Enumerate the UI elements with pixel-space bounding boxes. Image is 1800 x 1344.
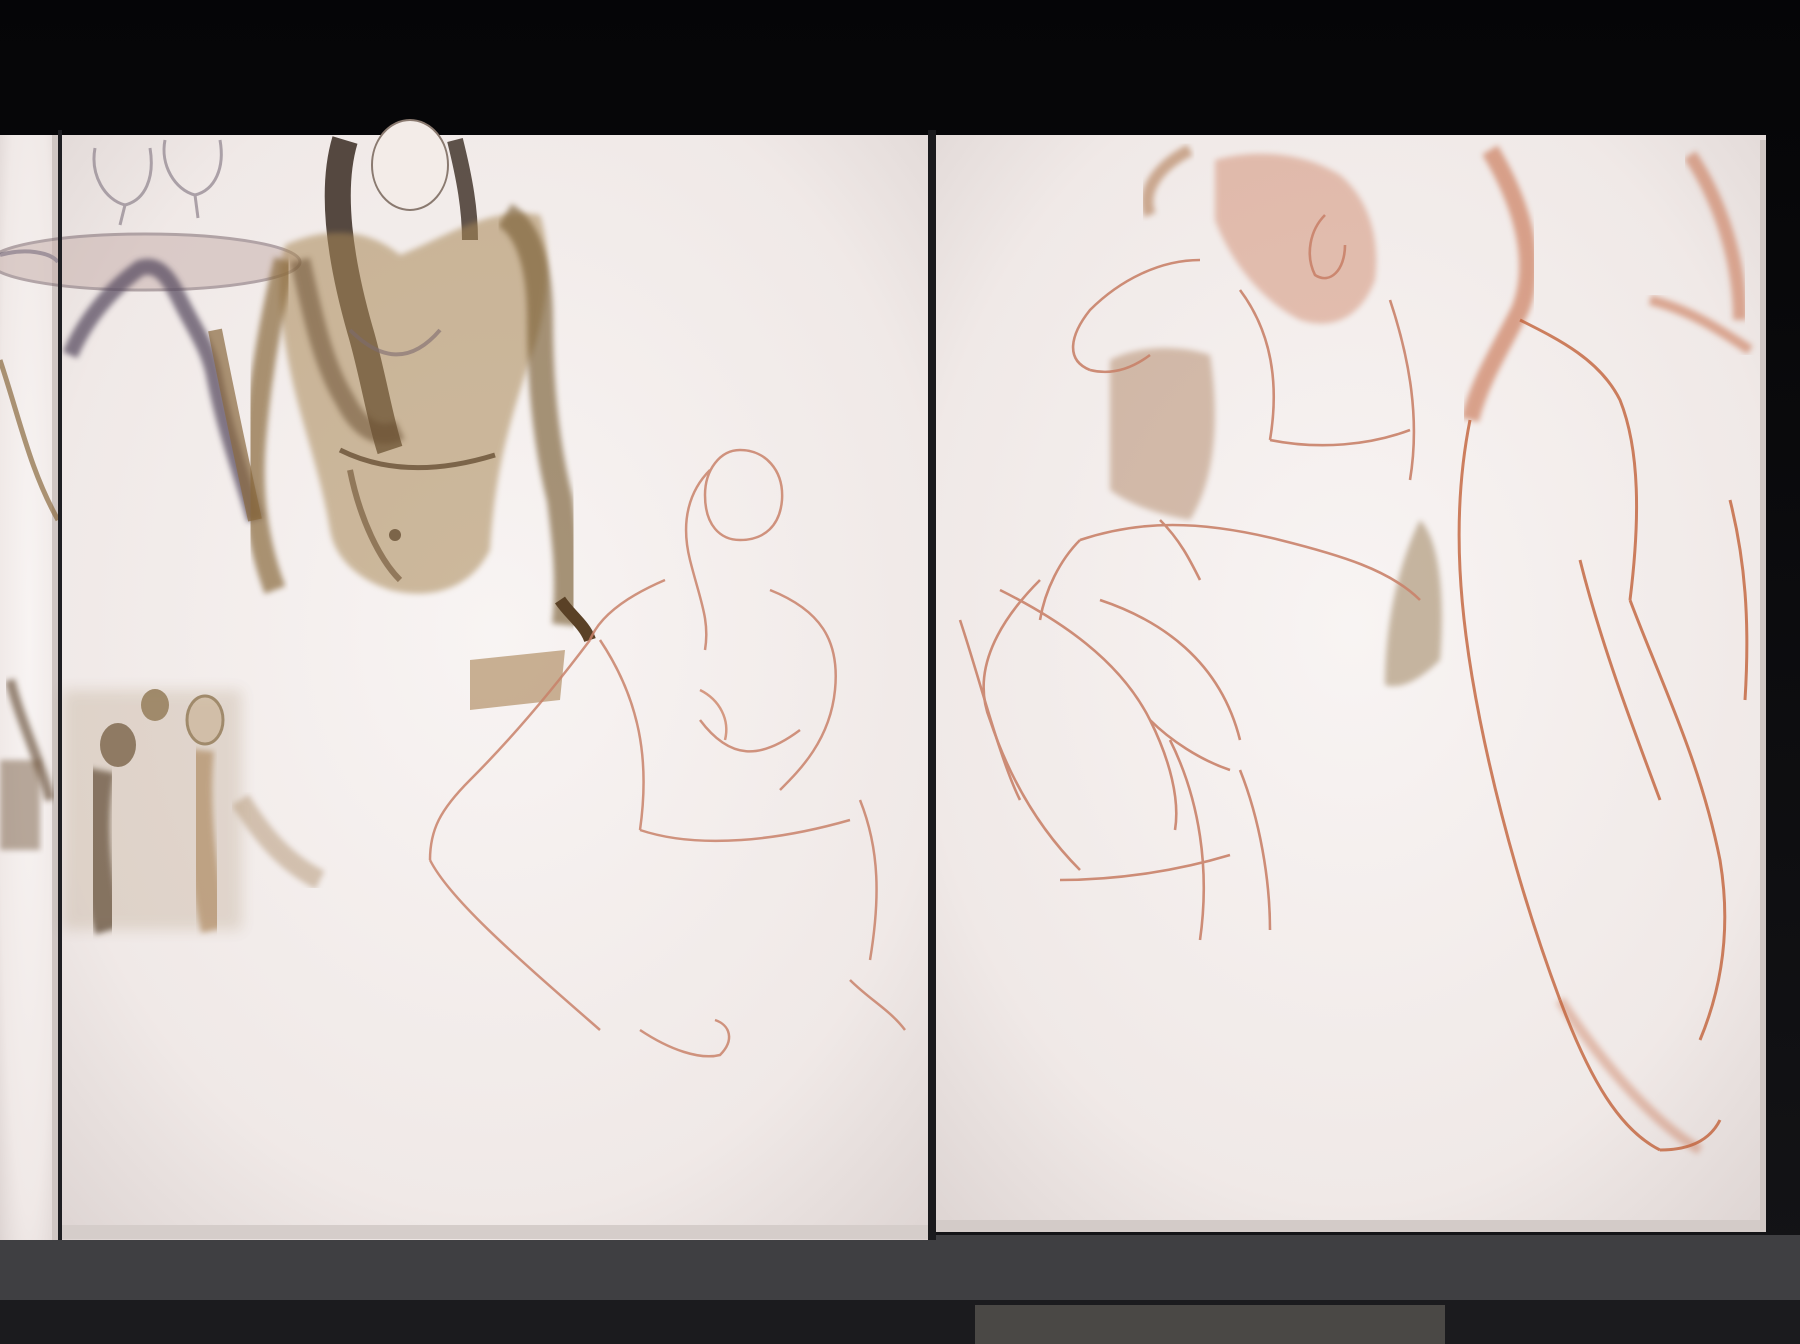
center-canvas bbox=[0, 119, 928, 1240]
painting-photo-scene bbox=[0, 0, 1800, 1344]
right-canvas bbox=[936, 135, 1766, 1232]
shelf-ledge bbox=[0, 1235, 1800, 1305]
left-edge-canvas bbox=[0, 135, 61, 1240]
canvas-gap-left bbox=[58, 130, 62, 1240]
stool bbox=[470, 650, 565, 710]
canvas-gap-right bbox=[928, 130, 936, 1240]
shelf-support bbox=[975, 1305, 1445, 1344]
shelf-lower-shadow bbox=[0, 1300, 1800, 1344]
